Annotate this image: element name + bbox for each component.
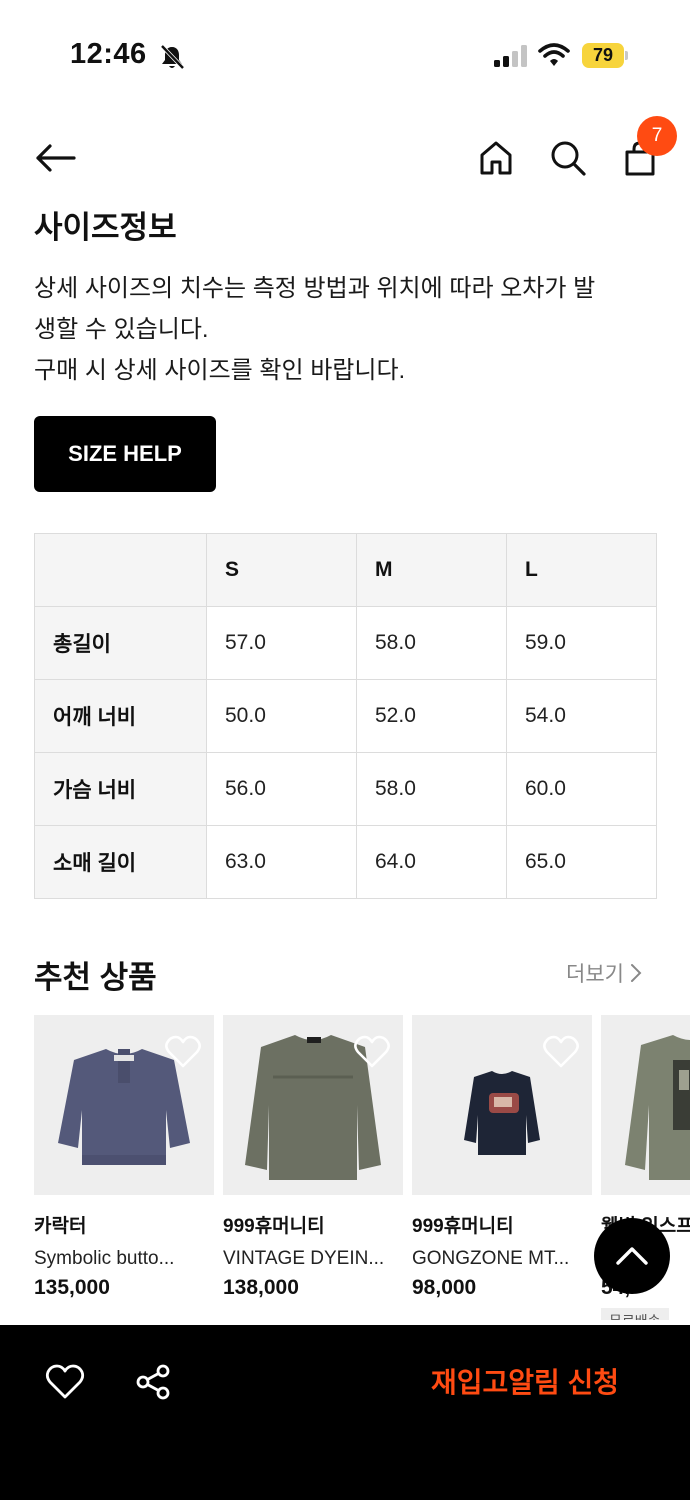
cart-count-badge: 7 <box>637 116 677 156</box>
back-arrow-icon <box>36 144 76 172</box>
heart-icon[interactable] <box>45 1362 85 1402</box>
product-image <box>412 1015 592 1195</box>
chevron-up-icon <box>616 1247 648 1265</box>
table-row: 어깨 너비 50.0 52.0 54.0 <box>34 679 657 753</box>
measurement-value: 56.0 <box>206 752 357 826</box>
size-column-header: M <box>356 533 507 607</box>
size-description-line: 생할 수 있습니다. <box>34 316 209 343</box>
measurement-value: 57.0 <box>206 606 357 680</box>
size-description: 상세 사이즈의 치수는 측정 방법과 위치에 따라 오차가 발 생할 수 있습니… <box>34 268 654 391</box>
product-name: Symbolic butto... <box>34 1248 175 1269</box>
recommendations-title: 추천 상품 <box>34 960 157 995</box>
measurement-value: 54.0 <box>506 679 657 753</box>
measurement-label: 어깨 너비 <box>34 679 207 753</box>
home-icon <box>480 141 512 175</box>
heart-icon[interactable] <box>353 1035 391 1069</box>
product-carousel: 카락터 Symbolic butto... 135,000 999휴머니티 VI… <box>34 1015 690 1320</box>
product-image <box>223 1015 403 1195</box>
product-price: 138,000 <box>223 1276 299 1299</box>
size-table: S M L 총길이 57.0 58.0 59.0 어깨 너비 50.0 52.0… <box>34 533 657 899</box>
size-column-header: L <box>506 533 657 607</box>
status-time: 12:46 <box>70 38 147 70</box>
measurement-value: 60.0 <box>506 752 657 826</box>
more-link[interactable]: 더보기 <box>566 958 642 988</box>
heart-icon[interactable] <box>164 1035 202 1069</box>
product-card[interactable]: 999휴머니티 GONGZONE MT... 98,000 <box>412 1015 592 1300</box>
table-row: 총길이 57.0 58.0 59.0 <box>34 606 657 680</box>
restock-alert-button[interactable]: 재입고알림 신청 <box>380 1357 670 1409</box>
size-table-header-row: S M L <box>34 533 657 607</box>
signal-icon <box>494 45 527 67</box>
product-image <box>601 1015 690 1195</box>
measurement-value: 65.0 <box>506 825 657 899</box>
battery-tip <box>625 51 628 60</box>
more-link-label: 더보기 <box>566 963 624 986</box>
battery-level: 79 <box>592 45 614 65</box>
size-description-line: 구매 시 상세 사이즈를 확인 바랍니다. <box>34 357 406 384</box>
search-button[interactable] <box>546 136 590 180</box>
table-row: 소매 길이 63.0 64.0 65.0 <box>34 825 657 899</box>
size-description-line: 상세 사이즈의 치수는 측정 방법과 위치에 따라 오차가 발 <box>34 275 596 302</box>
table-row: 가슴 너비 56.0 58.0 60.0 <box>34 752 657 826</box>
measurement-value: 58.0 <box>356 752 507 826</box>
product-card[interactable]: 999휴머니티 VINTAGE DYEIN... 138,000 <box>223 1015 403 1300</box>
measurement-value: 52.0 <box>356 679 507 753</box>
free-shipping-badge: 무료배송 <box>601 1308 669 1320</box>
product-brand: 카락터 <box>34 1216 87 1237</box>
scroll-to-top-button[interactable] <box>594 1218 670 1294</box>
measurement-value: 58.0 <box>356 606 507 680</box>
back-button[interactable] <box>33 136 77 180</box>
status-bar: 12:46 79 <box>0 0 690 110</box>
size-info-title: 사이즈정보 <box>34 210 177 245</box>
search-icon <box>551 141 586 176</box>
product-brand: 999휴머니티 <box>223 1216 325 1237</box>
measurement-label: 가슴 너비 <box>34 752 207 826</box>
measurement-value: 64.0 <box>356 825 507 899</box>
home-button[interactable] <box>474 136 518 180</box>
measurement-value: 59.0 <box>506 606 657 680</box>
product-brand: 999휴머니티 <box>412 1216 514 1237</box>
product-name: GONGZONE MT... <box>412 1248 570 1269</box>
size-column-header: S <box>206 533 357 607</box>
product-image <box>34 1015 214 1195</box>
share-icon[interactable] <box>134 1362 174 1402</box>
measurement-label: 총길이 <box>34 606 207 680</box>
product-price: 98,000 <box>412 1276 477 1299</box>
bottom-action-bar: 재입고알림 신청 <box>0 1325 690 1500</box>
wifi-icon <box>538 43 570 66</box>
product-card[interactable]: 카락터 Symbolic butto... 135,000 <box>34 1015 214 1300</box>
battery-indicator: 79 <box>582 43 628 68</box>
product-price: 135,000 <box>34 1276 110 1299</box>
sweatshirt-image <box>625 1035 690 1180</box>
measurement-value: 50.0 <box>206 679 357 753</box>
heart-icon[interactable] <box>542 1035 580 1069</box>
chevron-right-icon <box>630 964 642 982</box>
measurement-label: 소매 길이 <box>34 825 207 899</box>
product-name: VINTAGE DYEIN... <box>223 1248 385 1269</box>
size-help-button[interactable]: SIZE HELP <box>34 416 216 492</box>
size-table-corner-cell <box>34 533 207 607</box>
measurement-value: 63.0 <box>206 825 357 899</box>
bell-off-icon <box>160 44 185 70</box>
